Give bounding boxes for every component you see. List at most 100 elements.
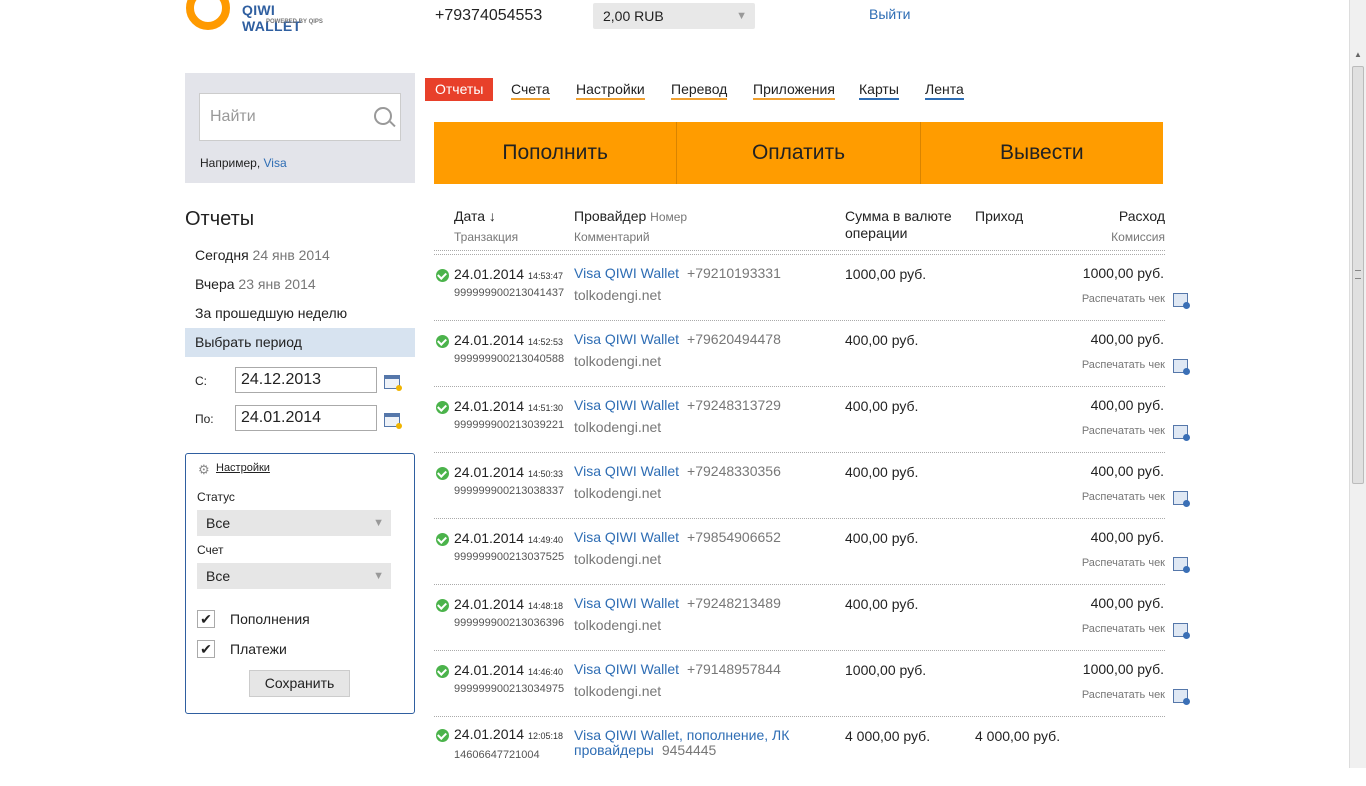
row-transaction-id: 14606647721004 <box>454 749 540 761</box>
table-row[interactable]: 24.01.2014 14:53:47 999999900213041437 Vis… <box>434 254 1194 320</box>
row-provider-link[interactable]: Visa QIWI Wallet, пополнение, ЛК <box>574 727 789 743</box>
tab-settings[interactable]: Настройки <box>576 78 645 101</box>
status-ok-icon <box>436 729 449 742</box>
tab-cards[interactable]: Карты <box>859 78 899 101</box>
row-transaction-id: 999999900213036396 <box>454 617 565 629</box>
col-provider-header: Провайдер Номер <box>574 208 687 224</box>
print-receipt-link[interactable]: Распечатать чек <box>1082 359 1165 371</box>
tab-accounts[interactable]: Счета <box>511 78 550 101</box>
logout-link[interactable]: Выйти <box>869 6 910 22</box>
table-row[interactable]: 24.01.2014 12:05:18 14606647721004 Visa … <box>434 720 1194 786</box>
row-provider-link[interactable]: Visa QIWI Wallet +79620494478 <box>574 331 781 347</box>
row-transaction-id: 999999900213039221 <box>454 419 565 431</box>
balance-value: 2,00 RUB <box>603 8 664 24</box>
row-provider-link[interactable]: Visa QIWI Wallet +79248330356 <box>574 463 781 479</box>
row-transaction-id: 999999900213038337 <box>454 485 565 497</box>
row-number: +79210193331 <box>687 265 781 281</box>
row-date-value: 24.01.2014 <box>454 530 525 546</box>
calendar-icon[interactable] <box>384 375 402 391</box>
row-provider-link[interactable]: Visa QIWI Wallet +79148957844 <box>574 661 781 677</box>
status-select[interactable]: Все ▼ <box>197 510 391 536</box>
qiwi-logo-icon <box>186 0 230 30</box>
row-time: 14:52:53 <box>527 337 564 347</box>
scroll-grip-icon <box>1355 270 1361 279</box>
row-provider-link[interactable]: Visa QIWI Wallet +79248213489 <box>574 595 781 611</box>
period-yesterday[interactable]: Вчера 23 янв 2014 <box>185 270 415 299</box>
row-date: 24.01.2014 14:46:40 <box>454 662 563 678</box>
tab-label: Отчеты <box>435 81 484 97</box>
calendar-icon[interactable] <box>384 413 402 429</box>
scroll-thumb[interactable] <box>1352 66 1364 484</box>
topups-checkbox[interactable]: ✔ <box>197 610 215 628</box>
row-provider: Visa QIWI Wallet <box>574 595 680 611</box>
withdraw-button[interactable]: Вывести <box>919 122 1163 184</box>
topup-button[interactable]: Пополнить <box>434 122 676 184</box>
table-row[interactable]: 24.01.2014 14:51:30 999999900213039221 Vis… <box>434 386 1194 452</box>
row-provider-link[interactable]: Visa QIWI Wallet +79248313729 <box>574 397 781 413</box>
print-icon[interactable] <box>1173 425 1190 441</box>
pay-button[interactable]: Оплатить <box>676 122 919 184</box>
tab-reports[interactable]: Отчеты <box>425 78 494 101</box>
col-transaction-header: Транзакция <box>454 230 519 244</box>
row-divider <box>434 716 1165 717</box>
row-date: 24.01.2014 14:50:33 <box>454 464 563 480</box>
row-number: +79248313729 <box>687 397 781 413</box>
row-time: 14:46:40 <box>527 667 564 677</box>
search-input[interactable]: Найти <box>199 93 401 141</box>
balance-select[interactable]: 2,00 RUB ▼ <box>593 3 755 29</box>
print-icon[interactable] <box>1173 359 1190 375</box>
print-receipt-link[interactable]: Распечатать чек <box>1082 425 1165 437</box>
print-receipt-link[interactable]: Распечатать чек <box>1082 293 1165 305</box>
table-row[interactable]: 24.01.2014 14:48:18 999999900213036396 Vis… <box>434 584 1194 650</box>
print-icon[interactable] <box>1173 293 1190 309</box>
row-date-value: 24.01.2014 <box>454 332 525 348</box>
row-expense: 400,00 руб. <box>1090 331 1164 347</box>
row-amount: 4 000,00 руб. <box>845 728 931 744</box>
col-amount-header-line1: Сумма в валюте <box>845 208 952 224</box>
table-row[interactable]: 24.01.2014 14:50:33 999999900213038337 Vis… <box>434 452 1194 518</box>
settings-link[interactable]: Настройки <box>216 462 270 474</box>
date-from-input[interactable]: 24.12.2013 <box>235 367 377 393</box>
payments-checkbox[interactable]: ✔ <box>197 640 215 658</box>
row-provider-link[interactable]: Visa QIWI Wallet +79210193331 <box>574 265 781 281</box>
row-amount: 400,00 руб. <box>845 332 919 348</box>
tab-label: Счета <box>511 81 550 100</box>
page-scrollbar[interactable]: ▲ <box>1349 0 1366 768</box>
print-icon[interactable] <box>1173 557 1190 573</box>
qiwi-logo[interactable]: QIWI WALLET POWERED BY QIPS <box>186 0 336 34</box>
print-receipt-link[interactable]: Распечатать чек <box>1082 689 1165 701</box>
dropdown-arrow-icon: ▼ <box>373 517 384 529</box>
row-expense: 1000,00 руб. <box>1082 265 1164 281</box>
print-icon[interactable] <box>1173 623 1190 639</box>
account-select[interactable]: Все ▼ <box>197 563 391 589</box>
save-button[interactable]: Сохранить <box>249 670 350 697</box>
print-icon[interactable] <box>1173 491 1190 507</box>
row-date-value: 24.01.2014 <box>454 464 525 480</box>
date-to-input[interactable]: 24.01.2014 <box>235 405 377 431</box>
row-provider: Visa QIWI Wallet <box>574 265 680 281</box>
print-receipt-link[interactable]: Распечатать чек <box>1082 491 1165 503</box>
row-expense: 400,00 руб. <box>1090 463 1164 479</box>
table-row[interactable]: 24.01.2014 14:46:40 999999900213034975 Vis… <box>434 650 1194 716</box>
scroll-up-arrow-icon[interactable]: ▲ <box>1354 50 1362 59</box>
table-row[interactable]: 24.01.2014 14:49:40 999999900213037525 Vis… <box>434 518 1194 584</box>
tab-transfer[interactable]: Перевод <box>671 78 728 101</box>
tab-apps[interactable]: Приложения <box>753 78 835 101</box>
search-icon[interactable] <box>374 107 392 125</box>
row-provider: Visa QIWI Wallet <box>574 661 680 677</box>
col-date-header[interactable]: Дата ↓ <box>454 208 496 224</box>
row-provider-link[interactable]: Visa QIWI Wallet +79854906652 <box>574 529 781 545</box>
print-receipt-link[interactable]: Распечатать чек <box>1082 557 1165 569</box>
print-icon[interactable] <box>1173 689 1190 705</box>
period-custom[interactable]: Выбрать период <box>185 328 415 357</box>
table-row[interactable]: 24.01.2014 14:52:53 999999900213040588 Vis… <box>434 320 1194 386</box>
search-example-link[interactable]: Visa <box>264 156 287 170</box>
period-last-week[interactable]: За прошедшую неделю <box>185 299 415 328</box>
filter-settings-panel: ⚙ Настройки Статус Все ▼ Счет Все ▼ ✔ По… <box>185 453 415 714</box>
print-receipt-link[interactable]: Распечатать чек <box>1082 623 1165 635</box>
period-today[interactable]: Сегодня 24 янв 2014 <box>185 241 415 270</box>
row-provider-line2[interactable]: провайдеры 9454445 <box>574 742 716 758</box>
date-to-label: По: <box>195 412 214 426</box>
tab-feed[interactable]: Лента <box>925 78 964 101</box>
row-amount: 1000,00 руб. <box>845 266 927 282</box>
